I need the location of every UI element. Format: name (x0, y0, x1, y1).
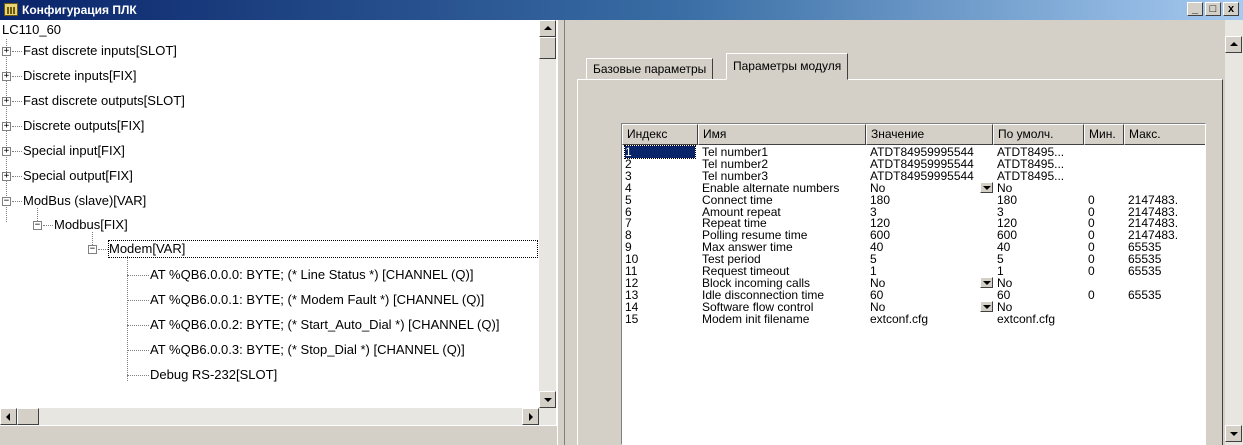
expand-plus-icon[interactable]: + (2, 147, 11, 156)
plc-config-icon (4, 3, 18, 16)
scroll-down-button[interactable] (539, 391, 556, 408)
cell-min: 0 (1088, 192, 1095, 207)
tab-module-parameters[interactable]: Параметры модуля (726, 53, 849, 80)
parameters-grid[interactable]: Индекс Имя Значение По умолч. Мин. Макс.… (621, 123, 1206, 445)
minimize-button[interactable]: _ (1187, 2, 1203, 16)
cell-value[interactable]: extconf.cfg (870, 313, 928, 325)
tree-node[interactable]: Fast discrete outputs[SLOT] (23, 93, 185, 109)
arrow-up-icon (544, 26, 552, 30)
scroll-right-button[interactable] (522, 408, 539, 425)
column-header-max[interactable]: Макс. (1124, 124, 1205, 145)
close-button[interactable]: x (1223, 2, 1239, 16)
arrow-left-icon (6, 413, 10, 421)
arrow-down-icon (544, 398, 552, 402)
cell-value[interactable]: ATDT84959995544 (870, 170, 974, 182)
tab-base-parameters[interactable]: Базовые параметры (586, 58, 714, 80)
cell-index: 4 (625, 180, 632, 195)
tree-channel[interactable]: AT %QB6.0.0.0: BYTE; (* Line Status *) [… (150, 267, 473, 283)
title-bar: Конфигурация ПЛК _ □ x (0, 0, 1243, 20)
tree-node[interactable]: Discrete inputs[FIX] (23, 68, 136, 84)
cell-value[interactable]: 60 (870, 289, 883, 301)
tree-node[interactable]: Fast discrete inputs[SLOT] (23, 43, 177, 59)
tree-node[interactable]: Special output[FIX] (23, 168, 133, 184)
cell-name: Software flow control (702, 299, 814, 314)
scroll-up-button[interactable] (1225, 36, 1242, 53)
tree-channel[interactable]: AT %QB6.0.0.1: BYTE; (* Modem Fault *) [… (150, 292, 484, 308)
cell-index: 1 (624, 145, 696, 159)
cell-default: extconf.cfg (997, 311, 1056, 326)
scroll-thumb[interactable] (17, 408, 39, 425)
tree-node[interactable]: Discrete outputs[FIX] (23, 118, 144, 134)
expand-plus-icon[interactable]: + (2, 72, 11, 81)
scroll-left-button[interactable] (0, 408, 17, 425)
tree-vertical-scrollbar[interactable] (539, 20, 556, 408)
pane-splitter[interactable] (557, 20, 565, 445)
column-header-min[interactable]: Мин. (1084, 124, 1124, 145)
tree-node[interactable]: Special input[FIX] (23, 143, 125, 159)
dropdown-arrow-icon[interactable] (980, 276, 993, 288)
collapse-minus-icon[interactable]: − (33, 221, 42, 230)
expand-plus-icon[interactable]: + (2, 47, 11, 56)
arrow-up-icon (1230, 42, 1238, 46)
cell-default: ATDT8495... (997, 168, 1065, 183)
cell-index: 3 (625, 168, 632, 183)
expand-plus-icon[interactable]: + (2, 97, 11, 106)
expand-plus-icon[interactable]: + (2, 122, 11, 131)
tree-horizontal-scrollbar[interactable] (0, 408, 556, 425)
scroll-up-button[interactable] (539, 20, 556, 37)
tree-channel[interactable]: AT %QB6.0.0.3: BYTE; (* Stop_Dial *) [CH… (150, 342, 465, 358)
cell-max: 65535 (1128, 287, 1162, 302)
column-header-value[interactable]: Значение (866, 124, 993, 145)
tree-node[interactable]: Modbus[FIX] (54, 217, 128, 233)
cell-name: Idle disconnection time (702, 287, 825, 302)
tree-node-selected[interactable]: Modem[VAR] (108, 240, 538, 258)
cell-default: 180 (997, 192, 1018, 207)
tree-node[interactable]: Debug RS-232[SLOT] (150, 367, 277, 383)
cell-default: No (997, 299, 1013, 314)
cell-name: Modem init filename (702, 311, 810, 326)
panel-vertical-scrollbar[interactable] (1225, 20, 1243, 445)
column-header-name[interactable]: Имя (698, 124, 866, 145)
cell-name: Connect time (702, 192, 773, 207)
arrow-down-icon (1230, 432, 1238, 436)
cell-default: 60 (997, 287, 1011, 302)
parameters-panel: Базовые параметры Параметры модуля Индек… (565, 20, 1225, 445)
maximize-button[interactable]: □ (1205, 2, 1221, 16)
cell-default: No (997, 180, 1013, 195)
window-title: Конфигурация ПЛК (22, 3, 137, 17)
cell-min: 0 (1088, 264, 1095, 278)
cell-index: 13 (625, 287, 639, 302)
cell-max: 65535 (1128, 264, 1162, 278)
cell-index: 15 (625, 311, 639, 326)
cell-value[interactable]: No (870, 182, 885, 194)
collapse-minus-icon[interactable]: − (2, 197, 11, 206)
cell-index: 14 (625, 299, 639, 314)
cell-max: 2147483. (1128, 192, 1179, 207)
scroll-thumb[interactable] (539, 37, 556, 59)
cell-index: 5 (625, 192, 632, 207)
tree-root[interactable]: LC110_60 (2, 22, 61, 38)
dropdown-arrow-icon[interactable] (980, 181, 993, 193)
arrow-right-icon (529, 413, 533, 421)
column-header-index[interactable]: Индекс (622, 124, 698, 145)
cell-min: 0 (1088, 287, 1095, 302)
tree-channel[interactable]: AT %QB6.0.0.2: BYTE; (* Start_Auto_Dial … (150, 317, 499, 333)
cell-name: Tel number3 (702, 168, 769, 183)
config-tree[interactable]: LC110_60 + Fast discrete inputs[SLOT] + … (0, 20, 557, 426)
expand-plus-icon[interactable]: + (2, 172, 11, 181)
collapse-minus-icon[interactable]: − (88, 245, 97, 254)
scroll-down-button[interactable] (1225, 425, 1242, 442)
tree-node[interactable]: ModBus (slave)[VAR] (23, 193, 146, 209)
cell-value[interactable]: No (870, 301, 885, 313)
dropdown-arrow-icon[interactable] (980, 300, 993, 312)
cell-name: Enable alternate numbers (702, 180, 840, 195)
cell-value[interactable]: 180 (870, 194, 890, 206)
column-header-default[interactable]: По умолч. (993, 124, 1084, 145)
